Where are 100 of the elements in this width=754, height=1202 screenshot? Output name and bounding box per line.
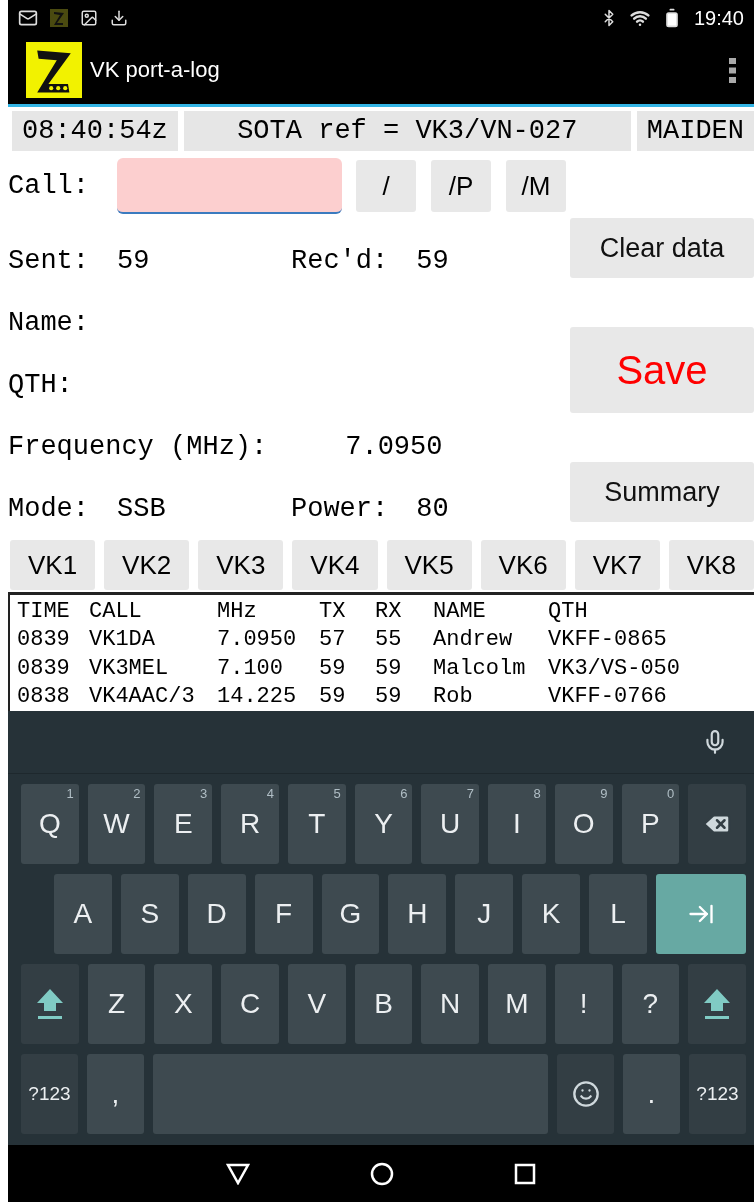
info-cell: 08:40:54z [12, 111, 178, 151]
region-button[interactable]: VK2 [104, 540, 190, 590]
keyboard-key[interactable]: N [421, 964, 480, 1044]
log-cell-text: 7.100 [217, 654, 284, 683]
action-button[interactable]: Summary [570, 462, 754, 522]
keyboard-key[interactable]: Y 6 [354, 784, 413, 864]
keyboard-key[interactable]: R 4 [221, 784, 279, 864]
region-button[interactable]: VK4 [292, 540, 378, 590]
keyboard-key[interactable]: P 0 [621, 784, 680, 864]
log-header: QTH [548, 598, 589, 626]
shift-icon [34, 987, 65, 1021]
keyboard-key[interactable]: O 9 [554, 784, 613, 864]
keyboard-key[interactable]: E 3 [154, 784, 213, 864]
log-cell-text: 59 [375, 654, 403, 683]
suffix-button[interactable]: /M [506, 160, 566, 212]
log-cell-text: 0838 [17, 682, 71, 711]
keyboard-key[interactable]: Q 1 [21, 784, 79, 864]
keyboard-key[interactable]: X [154, 964, 213, 1044]
keyboard-key[interactable]: J [455, 874, 514, 954]
keyboard-key[interactable]: A [54, 874, 112, 954]
wifi-icon [629, 8, 650, 28]
log-header: TX [319, 598, 347, 626]
key-hint: 5 [333, 786, 341, 801]
log-cell-text: Malcolm [433, 654, 527, 683]
backspace-key[interactable] [688, 784, 746, 864]
region-button[interactable]: VK8 [668, 540, 754, 590]
log-cell-text: 59 [319, 682, 347, 711]
field-label: Power: [291, 494, 389, 524]
field-label: QTH: [8, 370, 73, 400]
keyboard-key[interactable]: C [221, 964, 279, 1044]
keyboard-key[interactable]: Z [87, 964, 146, 1044]
symbols-key[interactable]: ?123 [689, 1054, 746, 1134]
keyboard-key[interactable]: , [87, 1054, 144, 1134]
keyboard-key[interactable]: K [522, 874, 581, 954]
keyboard-key[interactable]: T 5 [287, 784, 346, 864]
field-label: Rec'd: [291, 246, 389, 276]
home-icon[interactable] [370, 1161, 394, 1186]
back-icon[interactable] [226, 1162, 250, 1185]
keyboard-key[interactable]: W 2 [87, 784, 146, 864]
app-logo-icon [26, 42, 82, 98]
image-icon [80, 9, 98, 27]
key-hint: 4 [266, 786, 274, 801]
keyboard-key[interactable]: . [623, 1054, 680, 1134]
keyboard-key[interactable]: F [254, 874, 313, 954]
field-value: 59 [117, 246, 150, 276]
key-hint: 6 [400, 786, 408, 801]
field-label: Sent: [8, 246, 89, 276]
log-cell-text: VK3/VS-050 [548, 654, 682, 683]
symbols-key[interactable]: ?123 [21, 1054, 78, 1134]
log-cell-text: VK3MEL [89, 654, 170, 683]
info-cell: SOTA ref = VK3/VN-027 [183, 111, 631, 151]
log-header: TIME [17, 598, 71, 626]
region-button[interactable]: VK3 [198, 540, 284, 590]
keyboard-key[interactable]: V [287, 964, 346, 1044]
action-button[interactable]: Clear data [570, 218, 754, 278]
key-hint: 9 [600, 786, 608, 801]
log-header: CALL [89, 598, 143, 626]
log-cell-text: VK1DA [89, 626, 156, 655]
field-value: 7.0950 [345, 432, 443, 462]
log-cell-text: VKFF-0865 [548, 626, 668, 655]
keyboard-key[interactable]: D [187, 874, 246, 954]
call-input[interactable] [117, 158, 342, 214]
log-cell-text: 55 [375, 626, 403, 655]
app-title: VK port-a-log [90, 57, 220, 83]
shift-icon [702, 987, 733, 1021]
suffix-button[interactable]: / [356, 160, 416, 212]
mail-icon [18, 8, 38, 28]
log-cell-text: 0839 [17, 654, 71, 683]
keyboard-key[interactable]: ? [621, 964, 680, 1044]
field-label: Mode: [8, 494, 89, 524]
log-cell-text: 59 [375, 682, 403, 711]
region-button[interactable]: VK7 [574, 540, 660, 590]
overflow-menu-icon[interactable] [729, 57, 736, 83]
keyboard-key[interactable]: S [120, 874, 179, 954]
keyboard-key[interactable]: ! [554, 964, 613, 1044]
emoji-key[interactable] [557, 1054, 614, 1134]
keyboard-key[interactable]: M [488, 964, 546, 1044]
log-cell-text: VKFF-0766 [548, 682, 668, 711]
shift-key[interactable] [688, 964, 746, 1044]
key-hint: 0 [667, 786, 675, 801]
suffix-button[interactable]: /P [431, 160, 491, 212]
info-cell: MAIDEN [636, 111, 754, 151]
keyboard-key[interactable]: G [321, 874, 380, 954]
key-hint: 7 [466, 786, 475, 801]
region-button[interactable]: VK5 [386, 540, 472, 590]
keyboard-key[interactable]: I 8 [488, 784, 546, 864]
keyboard-key[interactable]: B [354, 964, 413, 1044]
keyboard-key[interactable]: L [589, 874, 647, 954]
keyboard-key[interactable]: H [388, 874, 447, 954]
region-button[interactable]: VK6 [480, 540, 566, 590]
log-cell-text: 14.225 [217, 682, 298, 711]
log-header: RX [375, 598, 403, 626]
log-cell-text: 7.0950 [217, 626, 298, 655]
recents-icon[interactable] [514, 1162, 536, 1185]
field-value: 80 [416, 494, 449, 524]
field-value: SSB [117, 494, 166, 524]
region-button[interactable]: VK1 [10, 540, 96, 590]
log-cell-text: Rob [433, 682, 474, 711]
shift-key[interactable] [21, 964, 79, 1044]
keyboard-key[interactable]: U 7 [421, 784, 480, 864]
